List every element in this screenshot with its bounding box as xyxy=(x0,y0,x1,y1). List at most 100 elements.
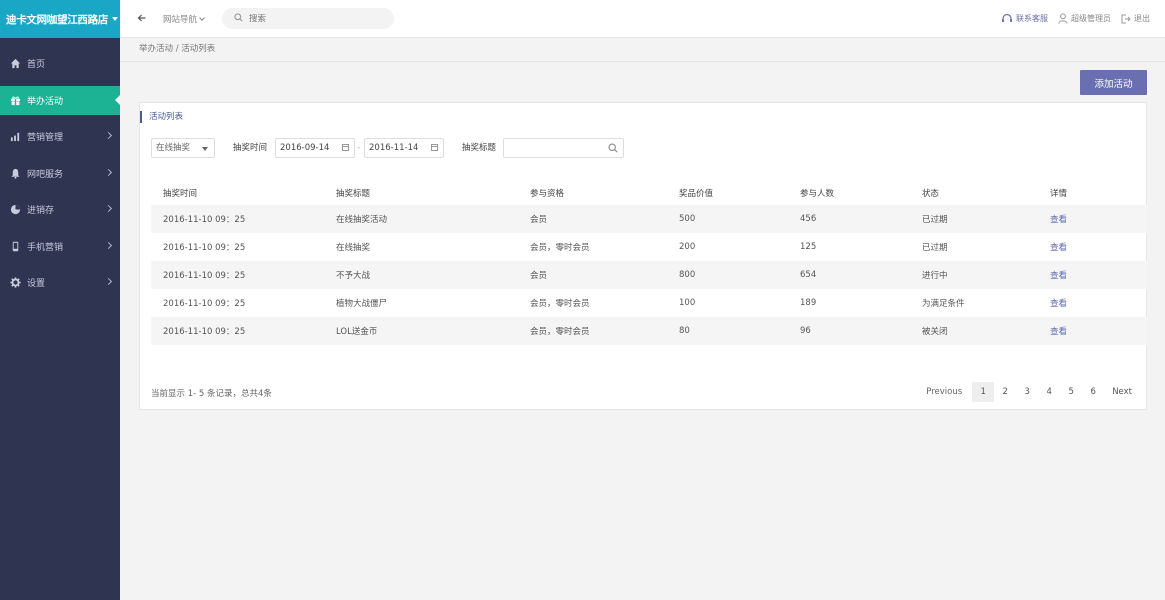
cell-time: 2016-11-10 09：25 xyxy=(151,205,324,233)
cell-eligibility: 会员，零时会员 xyxy=(530,243,590,253)
cell-title: 植物大战僵尸 xyxy=(336,299,388,309)
cell-title: 在线抽奖 xyxy=(336,243,371,253)
cell-title: 不予大战 xyxy=(324,261,518,289)
pagination-page[interactable]: 2 xyxy=(994,382,1016,402)
sidebar-nav: 首页 举办活动 营销管理 网吧服务 进销存 手机营销 设置 xyxy=(0,49,120,297)
title-search-input[interactable] xyxy=(507,140,602,156)
site-nav-label: 网站导航 xyxy=(163,15,198,25)
sidebar-item-home[interactable]: 首页 xyxy=(0,49,120,78)
view-detail-link[interactable]: 查看 xyxy=(1050,271,1067,281)
col-eligibility[interactable]: 参与资格 xyxy=(518,181,667,205)
headset-icon xyxy=(1002,13,1012,22)
sidebar-item-mobile-marketing[interactable]: 手机营销 xyxy=(0,232,120,261)
cell-time: 2016-11-10 09：25 xyxy=(163,299,246,309)
sidebar-item-label: 举办活动 xyxy=(27,96,64,107)
logout-link[interactable]: 退出 xyxy=(1121,13,1150,24)
sidebar-item-netcafe-service[interactable]: 网吧服务 xyxy=(0,159,120,188)
gear-icon xyxy=(10,277,21,288)
mobile-icon xyxy=(10,241,21,252)
cell-status: 已过期 xyxy=(922,243,948,253)
sidebar-item-label: 首页 xyxy=(27,60,46,70)
chevron-right-icon xyxy=(104,204,113,213)
search-input[interactable] xyxy=(249,13,379,24)
pagination-page[interactable]: 5 xyxy=(1060,382,1082,402)
cell-time: 2016-11-10 09：25 xyxy=(151,261,324,289)
topbar-actions: 联系客服 超级管理员 退出 xyxy=(991,13,1150,24)
pagination: Previous 1 2 3 4 5 6 Next xyxy=(920,382,1146,402)
title-search-box xyxy=(503,138,624,158)
date-to-value: 2016-11-14 xyxy=(369,143,419,153)
date-separator: - xyxy=(357,143,361,153)
cell-prize: 500 xyxy=(667,205,788,233)
sidebar-item-label: 手机营销 xyxy=(27,242,64,253)
card-title: 活动列表 xyxy=(140,111,183,123)
caret-down-icon xyxy=(112,17,118,21)
sidebar-item-label: 设置 xyxy=(27,279,46,289)
date-from-value: 2016-09-14 xyxy=(280,143,330,153)
view-detail-link[interactable]: 查看 xyxy=(1050,327,1067,337)
pagination-page[interactable]: 4 xyxy=(1038,382,1060,402)
col-prize-value[interactable]: 奖品价值 xyxy=(667,181,788,205)
back-arrow-icon[interactable] xyxy=(137,13,147,23)
view-detail-link[interactable]: 查看 xyxy=(1050,299,1067,309)
pie-icon xyxy=(10,204,21,215)
col-status[interactable]: 状态 xyxy=(910,181,1038,205)
sidebar-item-events[interactable]: 举办活动 xyxy=(0,85,120,115)
sidebar-item-inventory[interactable]: 进销存 xyxy=(0,195,120,224)
cell-status: 为满足条件 xyxy=(922,299,965,309)
cell-prize: 800 xyxy=(667,261,788,289)
search-box[interactable] xyxy=(222,8,394,29)
calendar-icon xyxy=(431,144,438,151)
pagination-page[interactable]: 1 xyxy=(972,382,995,402)
user-menu[interactable]: 超级管理员 xyxy=(1058,13,1111,24)
sidebar-item-marketing[interactable]: 营销管理 xyxy=(0,122,120,151)
cell-eligibility: 会员，零时会员 xyxy=(530,299,590,309)
search-icon[interactable] xyxy=(608,143,618,156)
sidebar-item-label: 营销管理 xyxy=(27,133,64,143)
brand-switcher[interactable]: 迪卡文网咖望江西路店 xyxy=(0,0,120,38)
brand-title: 迪卡文网咖望江西路店 xyxy=(6,13,108,26)
col-participants[interactable]: 参与人数 xyxy=(788,181,910,205)
table-row: 2016-11-10 09：25 在线抽奖活动 会员 500 456 已过期 查… xyxy=(151,205,1147,233)
site-nav-dropdown[interactable]: 网站导航 xyxy=(163,13,205,25)
chevron-right-icon xyxy=(104,131,113,140)
logout-label: 退出 xyxy=(1134,14,1150,23)
pagination-previous[interactable]: Previous xyxy=(920,382,968,402)
pagination-next[interactable]: Next xyxy=(1106,382,1138,402)
pagination-page[interactable]: 3 xyxy=(1016,382,1038,402)
user-name: 超级管理员 xyxy=(1071,14,1111,23)
view-detail-link[interactable]: 查看 xyxy=(1050,243,1067,253)
filter-bar: 在线抽奖 抽奖时间 2016-09-14 - 2016-11-14 抽奖标题 xyxy=(151,138,1131,158)
sidebar-item-settings[interactable]: 设置 xyxy=(0,268,120,297)
calendar-icon xyxy=(342,144,349,151)
view-detail-link[interactable]: 查看 xyxy=(1050,215,1067,225)
cell-participants: 189 xyxy=(800,298,817,308)
sidebar-item-label: 进销存 xyxy=(27,206,55,216)
cell-time: 2016-11-10 09：25 xyxy=(151,317,324,345)
topbar: 网站导航 联系客服 超级管理员 退出 xyxy=(120,0,1165,38)
sidebar-item-label: 网吧服务 xyxy=(27,169,64,180)
pagination-page[interactable]: 6 xyxy=(1082,382,1104,402)
chevron-right-icon xyxy=(104,241,113,249)
event-type-select[interactable]: 在线抽奖 xyxy=(151,138,215,158)
col-draw-title[interactable]: 抽奖标题 xyxy=(324,181,518,205)
cell-eligibility: 会员，零时会员 xyxy=(518,317,667,345)
cell-participants: 456 xyxy=(788,205,910,233)
cell-status: 已过期 xyxy=(910,205,1038,233)
cell-eligibility: 会员 xyxy=(518,261,667,289)
cell-title: LOL送金币 xyxy=(324,317,518,345)
col-detail[interactable]: 详情 xyxy=(1038,181,1147,205)
draw-time-label: 抽奖时间 xyxy=(233,143,268,153)
contact-service-label: 联系客服 xyxy=(1016,14,1048,23)
add-event-button[interactable]: 添加活动 xyxy=(1080,70,1147,95)
search-icon xyxy=(234,12,243,25)
breadcrumb: 举办活动 / 活动列表 xyxy=(120,38,1165,62)
cell-prize: 80 xyxy=(667,317,788,345)
cell-status: 被关闭 xyxy=(910,317,1038,345)
date-to-input[interactable]: 2016-11-14 xyxy=(364,138,444,158)
cell-prize: 100 xyxy=(679,298,696,308)
col-draw-time[interactable]: 抽奖时间 xyxy=(151,181,324,205)
contact-service-link[interactable]: 联系客服 xyxy=(1001,13,1048,24)
date-from-input[interactable]: 2016-09-14 xyxy=(275,138,355,158)
event-list-card: 活动列表 在线抽奖 抽奖时间 2016-09-14 - 2016-11-14 抽… xyxy=(139,102,1147,410)
